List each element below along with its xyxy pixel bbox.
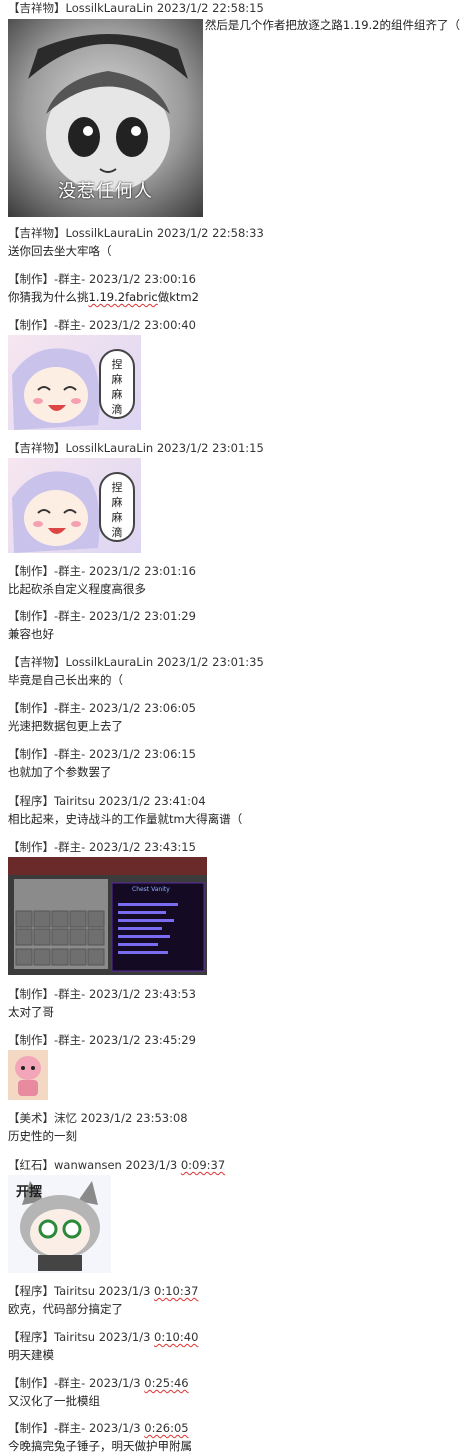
pink-character-icon — [15, 1056, 41, 1096]
chat-message: 【吉祥物】LossilkLauraLin 2023/1/2 23:01:35 毕… — [8, 654, 460, 688]
chat-message: 【制作】-群主- 2023/1/2 23:06:05 光速把数据包更上去了 — [8, 700, 460, 734]
message-text: 欧克，代码部分搞定了 — [8, 1302, 123, 1316]
message-header: 【制作】-群主- 2023/1/3 0:25:46 — [8, 1376, 189, 1390]
chat-message: 【程序】Tairitsu 2023/1/2 23:41:04 相比起来，史诗战斗… — [8, 793, 460, 827]
message-header: 【制作】-群主- 2023/1/3 0:26:05 — [8, 1421, 189, 1435]
message-header: 【程序】Tairitsu 2023/1/3 0:10:37 — [8, 1284, 199, 1298]
sticker-image[interactable]: 捏麻麻滴 — [8, 458, 141, 553]
message-header: 【吉祥物】LossilkLauraLin 2023/1/2 22:58:33 — [8, 226, 264, 240]
chat-message: 【制作】-群主- 2023/1/3 0:25:46 又汉化了一批模组 — [8, 1375, 460, 1409]
speech-bubble: 捏麻麻滴 — [99, 472, 135, 542]
chat-message: 【程序】Tairitsu 2023/1/3 0:10:40 明天建模 — [8, 1329, 460, 1363]
chat-message: 【制作】-群主- 2023/1/2 23:06:15 也就加了个参数罢了 — [8, 746, 460, 780]
message-text: 又汉化了一批模组 — [8, 1394, 100, 1408]
underlined-text: 0:26:05 — [144, 1421, 189, 1435]
message-text: 今晚搞完兔子锤子，明天做护甲附属 — [8, 1439, 192, 1453]
underlined-text: 0:10:40 — [154, 1330, 199, 1344]
message-header: 【吉祥物】LossilkLauraLin 2023/1/2 23:01:35 — [8, 655, 264, 669]
message-header: 【吉祥物】LossilkLauraLin 2023/1/2 23:01:15 — [8, 441, 264, 455]
chat-message: 【吉祥物】LossilkLauraLin 2023/1/2 22:58:33 送… — [8, 225, 460, 259]
message-text: 送你回去坐大牢咯（ — [8, 244, 112, 258]
message-header: 【制作】-群主- 2023/1/2 23:06:15 — [8, 747, 196, 761]
underlined-text: 1.19.2fabric — [88, 290, 158, 304]
inventory-grid-icon — [8, 857, 207, 972]
message-text: 毕竟是自己长出来的（ — [8, 673, 123, 687]
sticker-caption: 没惹任何人 — [57, 181, 153, 202]
message-header: 【程序】Tairitsu 2023/1/3 0:10:40 — [8, 1330, 199, 1344]
message-text: 然后是几个作者把放逐之路1.19.2的组件组齐了（ — [204, 18, 460, 32]
sticker-image[interactable]: 捏麻麻滴 — [8, 335, 141, 430]
chat-message: 【制作】-群主- 2023/1/2 23:01:16 比起砍杀自定义程度高很多 — [8, 563, 460, 597]
message-header: 【红石】wanwansen 2023/1/3 0:09:37 — [8, 1158, 226, 1172]
sticker-image[interactable] — [8, 1050, 48, 1100]
chat-message: 【制作】-群主- 2023/1/2 23:00:40 捏麻麻滴 — [8, 317, 460, 430]
message-header: 【制作】-群主- 2023/1/2 23:06:05 — [8, 701, 196, 715]
chat-message: 【美术】沫忆 2023/1/2 23:53:08 历史性的一刻 — [8, 1110, 460, 1144]
message-text: 相比起来，史诗战斗的工作量就tm大得离谱（ — [8, 812, 243, 826]
message-text: 历史性的一刻 — [8, 1129, 77, 1143]
tooltip-title: Chest Vanity — [132, 886, 170, 893]
message-text: 也就加了个参数罢了 — [8, 765, 112, 779]
chat-message: 【制作】-群主- 2023/1/2 23:43:15 Chest Vanity — [8, 839, 460, 975]
message-header: 【制作】-群主- 2023/1/2 23:00:40 — [8, 318, 196, 332]
message-text: 太对了哥 — [8, 1005, 54, 1019]
sticker-image[interactable]: 开摆 — [8, 1175, 111, 1273]
speech-bubble: 捏麻麻滴 — [99, 349, 135, 419]
message-header: 【制作】-群主- 2023/1/2 23:45:29 — [8, 1033, 196, 1047]
chat-message: 【吉祥物】LossilkLauraLin 2023/1/2 23:01:15 捏… — [8, 440, 460, 553]
chat-message: 【制作】-群主- 2023/1/2 23:43:53 太对了哥 — [8, 986, 460, 1020]
chat-message: 【制作】-群主- 2023/1/2 23:00:16 你猜我为什么挑1.19.2… — [8, 271, 460, 305]
message-text: 光速把数据包更上去了 — [8, 719, 123, 733]
message-header: 【制作】-群主- 2023/1/2 23:43:53 — [8, 987, 196, 1001]
underlined-text: 0:10:37 — [154, 1284, 199, 1298]
sticker-label: 开摆 — [16, 1185, 43, 1200]
message-header: 【制作】-群主- 2023/1/2 23:01:16 — [8, 564, 196, 578]
underlined-text: 0:25:46 — [144, 1376, 189, 1390]
chat-message: 【吉祥物】LossilkLauraLin 2023/1/2 22:58:15 没… — [8, 0, 460, 217]
message-text: 兼容也好 — [8, 627, 54, 641]
chat-message: 【程序】Tairitsu 2023/1/3 0:10:37 欧克，代码部分搞定了 — [8, 1283, 460, 1317]
message-header: 【吉祥物】LossilkLauraLin 2023/1/2 22:58:15 — [8, 1, 264, 15]
sticker-image[interactable]: 没惹任何人 — [8, 19, 203, 217]
message-header: 【美术】沫忆 2023/1/2 23:53:08 — [8, 1111, 188, 1125]
message-header: 【制作】-群主- 2023/1/2 23:43:15 — [8, 840, 196, 854]
chat-message: 【制作】-群主- 2023/1/2 23:01:29 兼容也好 — [8, 608, 460, 642]
underlined-text: 0:09:37 — [180, 1158, 226, 1172]
message-text: 比起砍杀自定义程度高很多 — [8, 582, 146, 596]
message-header: 【程序】Tairitsu 2023/1/2 23:41:04 — [8, 794, 206, 808]
message-header: 【制作】-群主- 2023/1/2 23:00:16 — [8, 272, 196, 286]
message-header: 【制作】-群主- 2023/1/2 23:01:29 — [8, 609, 196, 623]
chat-message: 【制作】-群主- 2023/1/2 23:45:29 — [8, 1032, 460, 1100]
game-screenshot[interactable]: Chest Vanity — [8, 857, 207, 975]
message-text: 明天建模 — [8, 1348, 54, 1362]
chat-message: 【制作】-群主- 2023/1/3 0:26:05 今晚搞完兔子锤子，明天做护甲… — [8, 1420, 460, 1454]
chat-message: 【红石】wanwansen 2023/1/3 0:09:37 开摆 — [8, 1157, 460, 1273]
message-text: 你猜我为什么挑1.19.2fabric做ktm2 — [8, 290, 199, 304]
